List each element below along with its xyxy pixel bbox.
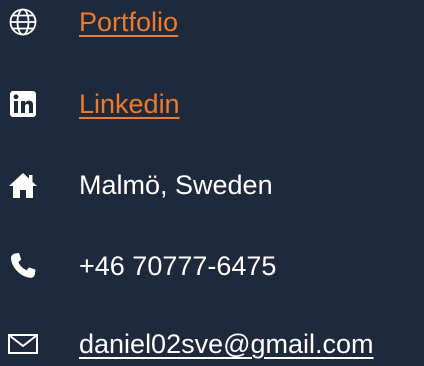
email-link[interactable]: daniel02sve@gmail.com xyxy=(79,322,374,366)
home-icon xyxy=(0,163,46,207)
contact-item-linkedin[interactable]: Linkedin xyxy=(0,82,424,126)
portfolio-link[interactable]: Portfolio xyxy=(79,0,178,44)
linkedin-link[interactable]: Linkedin xyxy=(79,82,180,126)
contact-item-location: Malmö, Sweden xyxy=(0,163,424,207)
contact-item-email[interactable]: daniel02sve@gmail.com xyxy=(0,322,424,366)
contact-item-phone[interactable]: +46 70777-6475 xyxy=(0,244,424,288)
globe-icon xyxy=(0,0,46,44)
contact-item-portfolio[interactable]: Portfolio xyxy=(0,0,424,44)
phone-text[interactable]: +46 70777-6475 xyxy=(79,244,276,288)
location-text: Malmö, Sweden xyxy=(79,170,273,200)
envelope-icon xyxy=(0,322,46,366)
phone-icon xyxy=(0,244,46,288)
linkedin-icon xyxy=(0,82,46,126)
